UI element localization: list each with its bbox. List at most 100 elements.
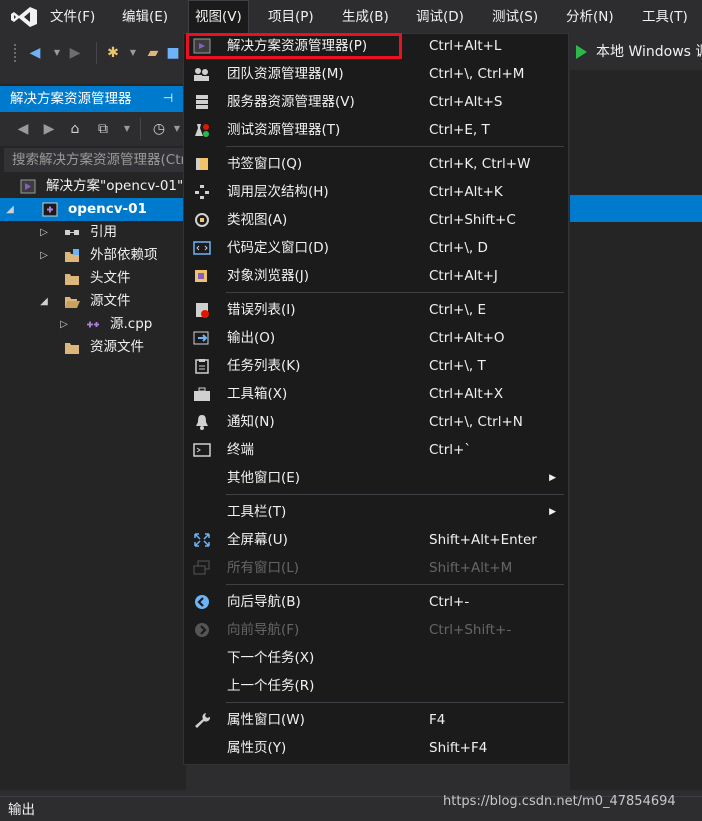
view-menu-item[interactable]: 团队资源管理器(M) Ctrl+\, Ctrl+M (184, 60, 568, 88)
view-menu-item[interactable]: 工具箱(X) Ctrl+Alt+X (184, 380, 568, 408)
view-menu-item[interactable]: 输出(O) Ctrl+Alt+O (184, 324, 568, 352)
menu-item[interactable]: 分析(N) (560, 0, 620, 34)
view-menu-item[interactable]: 向后导航(B) Ctrl+- (184, 588, 568, 616)
collapsed-arrow-icon[interactable]: ▷ (38, 221, 50, 244)
view-menu-item[interactable]: 属性窗口(W) F4 (184, 706, 568, 734)
menu-item[interactable]: 调试(D) (410, 0, 470, 34)
view-menu-item-shortcut: F4 (429, 712, 446, 728)
save-icon[interactable]: ■ (164, 44, 182, 62)
view-menu-item[interactable]: 其他窗口(E) ▶ (184, 464, 568, 492)
view-menu-item-shortcut: Ctrl+- (429, 594, 470, 610)
menu-item[interactable]: 项目(P) (262, 0, 320, 34)
view-menu-item-label: 调用层次结构(H) (227, 184, 329, 200)
wrench-icon (193, 712, 211, 728)
menu-separator (226, 702, 564, 703)
expanded-arrow-icon[interactable]: ◢ (4, 198, 16, 221)
open-folder-icon[interactable]: ▰ (144, 44, 162, 62)
start-debug-play-icon[interactable] (574, 44, 588, 60)
view-menu-item-label: 类视图(A) (227, 212, 288, 228)
view-menu-item-label: 任务列表(K) (227, 358, 301, 374)
toolbar-separator (140, 118, 141, 140)
view-menu-item[interactable]: 代码定义窗口(D) Ctrl+\, D (184, 234, 568, 262)
tree-row-label: 引用 (90, 224, 117, 240)
home-icon[interactable]: ⌂ (66, 120, 84, 138)
tree-row[interactable]: ◢ 源文件 (0, 290, 186, 313)
expanded-arrow-icon[interactable]: ◢ (38, 290, 50, 313)
view-menu-item-label: 测试资源管理器(T) (227, 122, 341, 138)
chevron-down-icon[interactable]: ▼ (48, 44, 66, 62)
output-tab[interactable]: 输出 (8, 800, 35, 820)
tree-row[interactable]: ▷ 源.cpp (0, 313, 186, 336)
view-menu-item[interactable]: 终端 Ctrl+` (184, 436, 568, 464)
view-menu-item[interactable]: 下一个任务(X) (184, 644, 568, 672)
annotation-highlight-box (186, 33, 402, 59)
view-menu-item[interactable]: 调用层次结构(H) Ctrl+Alt+K (184, 178, 568, 206)
collapsed-arrow-icon[interactable]: ▷ (58, 313, 70, 336)
submenu-arrow-icon: ▶ (549, 507, 556, 517)
view-menu-item[interactable]: 服务器资源管理器(V) Ctrl+Alt+S (184, 88, 568, 116)
menu-view[interactable]: 视图(V) (188, 0, 249, 34)
pin-icon[interactable]: ⊣ (160, 90, 176, 106)
view-menu-item[interactable]: 类视图(A) Ctrl+Shift+C (184, 206, 568, 234)
visual-studio-logo-icon[interactable] (10, 6, 38, 28)
fullscreen-icon (193, 532, 211, 548)
tree-row-label: 资源文件 (90, 339, 144, 355)
view-menu-item[interactable]: 对象浏览器(J) Ctrl+Alt+J (184, 262, 568, 290)
terminal-icon (193, 442, 211, 458)
menu-item[interactable]: 文件(F) (44, 0, 101, 34)
tree-row[interactable]: ▷ 引用 (0, 221, 186, 244)
server-explorer-icon (193, 94, 211, 110)
new-project-icon[interactable]: ✱ (104, 44, 122, 62)
tree-row[interactable]: 头文件 (0, 267, 186, 290)
navigate-forward-icon[interactable]: ▶ (66, 44, 84, 62)
view-menu-item-label: 代码定义窗口(D) (227, 240, 329, 256)
chevron-down-icon[interactable]: ▼ (118, 120, 136, 138)
bell-icon (193, 414, 211, 430)
view-menu-item[interactable]: 任务列表(K) Ctrl+\, T (184, 352, 568, 380)
view-menu-item-shortcut: Ctrl+\, Ctrl+M (429, 66, 525, 82)
tree-row[interactable]: ▷ 外部依赖项 (0, 244, 186, 267)
navigate-back-icon[interactable]: ◀ (26, 44, 44, 62)
view-menu-item[interactable]: 通知(N) Ctrl+\, Ctrl+N (184, 408, 568, 436)
view-menu-item-label: 书签窗口(Q) (227, 156, 303, 172)
view-menu-item-shortcut: Ctrl+Alt+L (429, 38, 502, 54)
collapsed-arrow-icon[interactable]: ▷ (38, 244, 50, 267)
forward-icon[interactable]: ▶ (40, 120, 58, 138)
toolbox-icon (193, 386, 211, 402)
view-menu-item[interactable]: 全屏幕(U) Shift+Alt+Enter (184, 526, 568, 554)
menu-item[interactable]: 测试(S) (486, 0, 544, 34)
view-menu-item-shortcut: Ctrl+Alt+X (429, 386, 504, 402)
view-menu-item[interactable]: 上一个任务(R) (184, 672, 568, 700)
tree-row[interactable]: 资源文件 (0, 336, 186, 359)
menu-item[interactable]: 工具(T) (636, 0, 694, 34)
tree-row-label: 源文件 (90, 293, 131, 309)
view-menu-item-shortcut: Ctrl+\, E (429, 302, 486, 318)
view-menu-item-shortcut: Ctrl+Alt+J (429, 268, 498, 284)
view-menu-item[interactable]: 测试资源管理器(T) Ctrl+E, T (184, 116, 568, 144)
team-explorer-icon (193, 66, 211, 82)
view-menu-item[interactable]: 属性页(Y) Shift+F4 (184, 734, 568, 762)
chevron-down-icon[interactable]: ▼ (124, 44, 142, 62)
navigate-back-icon (193, 594, 211, 610)
menu-item[interactable]: 生成(B) (336, 0, 395, 34)
view-menu-item-label: 所有窗口(L) (227, 560, 300, 576)
view-menu-item[interactable]: 工具栏(T) ▶ (184, 498, 568, 526)
view-menu-item[interactable]: 错误列表(I) Ctrl+\, E (184, 296, 568, 324)
menu-item[interactable]: 编辑(E) (116, 0, 174, 34)
tree-row[interactable]: 解决方案"opencv-01"(1 个项目) (0, 175, 186, 198)
solution-explorer-title[interactable]: 解决方案资源管理器 (0, 86, 186, 112)
pending-changes-icon[interactable]: ◷ (150, 120, 168, 138)
run-target-label[interactable]: 本地 Windows 调 (596, 42, 702, 62)
view-menu-item-label: 属性窗口(W) (227, 712, 305, 728)
task-list-icon (193, 358, 211, 374)
view-menu-item[interactable]: 书签窗口(Q) Ctrl+K, Ctrl+W (184, 150, 568, 178)
switch-views-icon[interactable]: ⧉ (94, 120, 112, 138)
solution-explorer-search-input[interactable]: 搜索解决方案资源管理器(Ctrl+;) (4, 148, 186, 172)
tree-row[interactable]: ◢ opencv-01 (0, 198, 186, 221)
editor-area (570, 70, 702, 790)
view-menu-item-label: 服务器资源管理器(V) (227, 94, 355, 110)
error-list-icon (193, 302, 211, 318)
menu-separator (226, 292, 564, 293)
watermark-url: https://blog.csdn.net/m0_47854694 (443, 794, 676, 809)
back-icon[interactable]: ◀ (14, 120, 32, 138)
